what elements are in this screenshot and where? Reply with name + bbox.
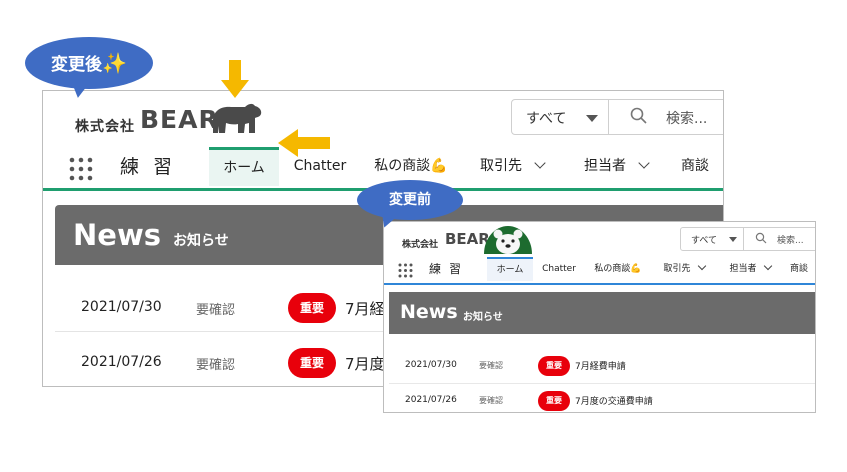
divider [743,228,744,250]
company-name: 株式会社 [402,240,439,250]
tab-label: 私の商談💪 [374,158,448,174]
news-status: 要確認 [479,396,503,405]
sparkle-icon: ✨ [102,51,127,75]
tab-label: 担当者 [729,264,757,274]
tab-label: 商談 [681,158,709,174]
arrow-left-icon [278,129,330,157]
important-badge: 重要 [538,356,570,376]
tab-label: 取引先 [480,158,522,174]
after-callout: 変更後✨ [25,37,153,89]
news-title: News [73,218,161,252]
chevron-down-icon[interactable] [697,261,706,271]
news-title: News [400,301,458,323]
search-scope-select[interactable]: すべて [526,108,566,128]
news-panel-header: News お知らせ [389,292,815,334]
news-item-title[interactable]: 7月度の交通費申請 [575,394,653,407]
company-name: 株式会社 [75,119,135,135]
tab-label: 取引先 [663,264,691,274]
news-panel: News お知らせ 2021/07/30 要確認 重要 7月経費申請 2021/… [389,292,815,412]
news-status: 要確認 [196,303,236,318]
divider [608,100,609,134]
news-date: 2021/07/26 [405,395,457,405]
search-input[interactable]: 検索... [777,233,804,246]
news-status: 要確認 [479,361,503,370]
app-launcher-icon[interactable] [398,263,413,278]
nav-accent-line [384,283,815,285]
news-row[interactable]: 2021/07/30 要確認 重要 7月経費申請 [389,350,815,384]
chevron-down-icon[interactable] [638,157,650,169]
tab-label: 商談 [789,264,808,274]
news-date: 2021/07/26 [81,354,162,370]
before-callout-label: 変更前 [389,192,431,208]
news-item-title[interactable]: 7月経費申請 [575,359,626,372]
app-name: 練習 [120,156,187,178]
news-subtitle: お知らせ [173,233,229,249]
search-icon [630,107,647,124]
tab-contacts[interactable]: 担当者 [720,257,780,281]
caret-down-icon[interactable] [729,237,737,242]
chevron-down-icon[interactable] [534,157,546,169]
tab-label: 担当者 [584,158,626,174]
tab-label: Chatter [293,158,347,174]
tab-home[interactable]: ホーム [209,147,279,186]
search-scope-select[interactable]: すべて [691,233,717,246]
important-badge: 重要 [538,391,570,411]
chevron-down-icon[interactable] [763,261,772,271]
news-row[interactable]: 2021/07/26 要確認 重要 7月度の交通費申請 [389,385,815,412]
tab-label: ホーム [223,160,265,176]
tab-label: 私の商談💪 [594,264,642,274]
app-name: 練習 [429,262,470,276]
search-input[interactable]: 検索... [666,108,707,128]
news-date: 2021/07/30 [81,299,162,315]
tab-opportunities[interactable]: 商談 [784,257,814,281]
tab-label: Chatter [542,264,576,274]
tab-my-deals[interactable]: 私の商談💪 [587,257,649,281]
tab-opportunities[interactable]: 商談 [673,147,717,186]
important-badge: 重要 [288,293,336,323]
nav-bar: 練習 ホーム Chatter 私の商談💪 取引先 担当者 商談 [384,257,815,283]
tab-home[interactable]: ホーム [487,257,533,281]
news-subtitle: お知らせ [463,312,503,323]
tab-accounts[interactable]: 取引先 [467,147,557,186]
caret-down-icon[interactable] [586,115,598,122]
app-launcher-icon[interactable] [69,157,93,181]
tab-accounts[interactable]: 取引先 [654,257,714,281]
global-search[interactable]: すべて 検索... [680,227,815,251]
before-screenshot: 株式会社 BEAR すべて 検索... 練習 ホーム Chatter 私の商談💪… [383,221,816,413]
news-status: 要確認 [196,358,236,373]
important-badge: 重要 [288,348,336,378]
arrow-down-icon [221,60,249,98]
search-icon [755,232,767,244]
bear-silhouette-icon [213,103,262,133]
after-callout-label: 変更後 [51,55,103,75]
brand-wordmark: BEAR [140,105,219,134]
news-item-title[interactable]: 7月度 [345,353,385,374]
tab-label: ホーム [496,265,524,275]
tab-chatter[interactable]: Chatter [537,257,581,281]
news-item-title[interactable]: 7月経 [345,298,385,319]
global-search[interactable]: すべて 検索... [511,99,723,135]
before-callout: 変更前 [357,180,463,220]
tab-contacts[interactable]: 担当者 [571,147,661,186]
polar-bear-face-icon [484,226,532,254]
news-date: 2021/07/30 [405,360,457,370]
